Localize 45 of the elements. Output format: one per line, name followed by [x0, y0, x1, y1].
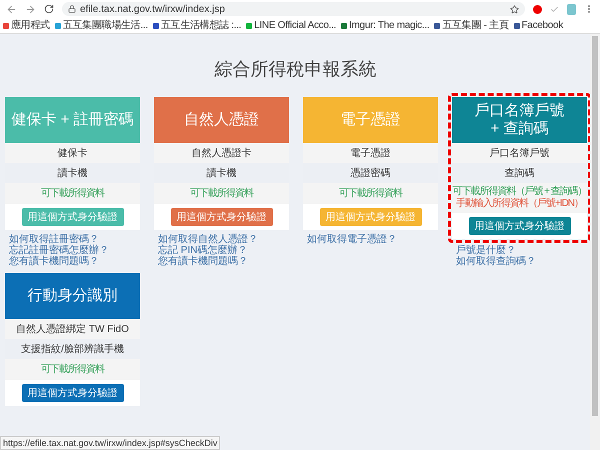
- card-header: 電子憑證: [303, 97, 438, 143]
- help-link[interactable]: 您有讀卡機問題嗎？: [9, 256, 140, 267]
- extension-icon[interactable]: [533, 4, 542, 14]
- url-text: efile.tax.nat.gov.tw/irxw/index.jsp: [80, 2, 225, 16]
- reload-icon[interactable]: [44, 4, 54, 14]
- card-header: 健保卡 + 註冊密碼: [5, 97, 140, 143]
- help-link[interactable]: 戶號是什麼？: [456, 245, 587, 256]
- requirement-row: 自然人憑證卡: [154, 143, 289, 163]
- bookmark-label: 應用程式: [11, 20, 50, 32]
- card-header: 戶口名簿戶號 + 查詢碼: [452, 97, 587, 143]
- bookmark[interactable]: Facebook: [514, 20, 564, 32]
- help-link[interactable]: 您有讀卡機問題嗎？: [158, 256, 289, 267]
- bookmark-label: Facebook: [522, 20, 564, 32]
- forward-icon[interactable]: [25, 4, 36, 14]
- data-note: 可下載所得資料: [339, 188, 402, 200]
- help-link[interactable]: 如何取得自然人憑證？: [158, 234, 289, 245]
- requirement-row: 戶口名簿戶號: [452, 143, 587, 163]
- card-header: 行動身分識別: [5, 273, 140, 319]
- verify-button[interactable]: 用這個方式身分驗證: [22, 384, 124, 402]
- status-bar: https://efile.tax.nat.gov.tw/irxw/index.jsp#sysCheckDiv: [0, 436, 220, 450]
- profile-icon[interactable]: [567, 4, 576, 14]
- help-link[interactable]: 忘記註冊密碼怎麼辦？: [9, 245, 140, 256]
- verify-button[interactable]: 用這個方式身分驗證: [170, 208, 272, 226]
- data-note: 可下載所得資料: [190, 188, 253, 200]
- requirement-row: 健保卡: [5, 143, 140, 163]
- requirement-row: 自然人憑證綁定 TW FidO: [5, 319, 140, 339]
- requirement-row: 電子憑證: [303, 143, 438, 163]
- data-note: 可下載所得資料: [41, 364, 104, 376]
- page-title: 綜合所得稅申報系統: [214, 58, 378, 81]
- star-icon[interactable]: [510, 4, 519, 14]
- data-note: 可下載所得資料: [41, 188, 104, 200]
- help-link[interactable]: 忘記 PIN碼怎麼辦？: [158, 245, 289, 256]
- lock-icon: [68, 5, 76, 13]
- card-header: 自然人憑證: [154, 97, 289, 143]
- address-bar[interactable]: efile.tax.nat.gov.tw/irxw/index.jsp: [62, 2, 525, 16]
- help-link[interactable]: 如何取得註冊密碼？: [9, 234, 140, 245]
- data-note: 可下載所得資料（戶號 + 查詢碼）: [452, 186, 587, 198]
- back-icon[interactable]: [6, 4, 17, 14]
- help-link[interactable]: 如何取得電子憑證？: [307, 234, 438, 245]
- data-note: 手動輸入所得資料（戶號+IDN）: [456, 198, 584, 210]
- check-icon[interactable]: [550, 4, 559, 14]
- help-link[interactable]: 如何取得查詢碼？: [456, 256, 587, 267]
- bookmark[interactable]: 應用程式: [3, 20, 50, 32]
- verify-button[interactable]: 用這個方式身分驗證: [468, 217, 570, 235]
- scrollbar-thumb[interactable]: [592, 36, 598, 416]
